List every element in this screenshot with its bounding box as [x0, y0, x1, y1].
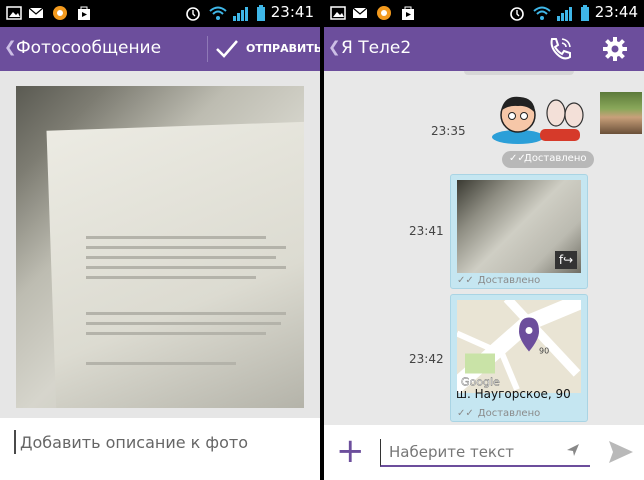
status-clock: 23:41 — [270, 3, 314, 21]
contact-avatar[interactable] — [600, 92, 642, 134]
store-notification-icon — [402, 6, 414, 20]
status-bar: 23:44 — [324, 0, 644, 27]
send-icon[interactable] — [608, 440, 634, 464]
battery-icon — [257, 5, 265, 21]
delivery-status: ✓✓ Доставлено — [457, 275, 540, 286]
app-bar: ❮ Фотосообщение ОТПРАВИТЬ — [0, 27, 320, 71]
send-button[interactable]: ОТПРАВИТЬ — [246, 42, 320, 55]
caption-bar — [0, 418, 320, 480]
map-house-number: 90 — [539, 347, 549, 356]
forward-share-icon[interactable]: f↪ — [555, 251, 577, 269]
status-bar: 23:41 — [0, 0, 320, 27]
page-title: Фотосообщение — [16, 38, 162, 58]
gallery-notification-icon — [6, 6, 22, 20]
message-list[interactable]: 23:35 ✓✓ Доставлено 23:41 f↪ ✓✓ Доставлен… — [324, 71, 644, 425]
delivery-status-label: Доставлено — [477, 275, 541, 286]
app-notification-icon — [377, 6, 391, 20]
back-chevron-icon[interactable]: ❮ — [328, 38, 341, 56]
text-line — [86, 322, 281, 325]
alarm-icon — [510, 7, 524, 21]
wifi-icon — [209, 6, 227, 20]
location-address: ш. Наугорское, 90 — [456, 387, 571, 401]
wifi-icon — [533, 6, 551, 20]
store-notification-icon — [78, 6, 90, 20]
delivery-status-label: Доставлено — [477, 408, 541, 419]
message-time: 23:41 — [409, 224, 444, 238]
double-check-icon: ✓✓ — [457, 408, 474, 419]
app-notification-icon — [53, 6, 67, 20]
back-chevron-icon[interactable]: ❮ — [4, 38, 17, 56]
double-check-icon: ✓✓ — [457, 275, 474, 286]
previous-message-edge — [464, 71, 574, 75]
text-line — [86, 256, 276, 259]
message-time: 23:42 — [409, 352, 444, 366]
delivery-status-label: Доставлено — [524, 153, 587, 164]
location-arrow-icon[interactable] — [566, 443, 580, 457]
text-line — [86, 312, 286, 315]
alarm-icon — [186, 7, 200, 21]
text-line — [86, 276, 256, 279]
delivery-status-badge: ✓✓ Доставлено — [502, 151, 594, 168]
phone-call-icon[interactable] — [546, 35, 574, 63]
text-line — [86, 246, 286, 249]
text-line — [86, 266, 286, 269]
caption-input[interactable] — [14, 430, 304, 454]
sticker[interactable] — [490, 93, 590, 145]
mail-notification-icon — [28, 7, 44, 18]
photo-message-screen: 23:41 ❮ Фотосообщение ОТПРАВИТЬ — [0, 0, 320, 480]
photo-message-bubble[interactable]: f↪ ✓✓ Доставлено — [450, 174, 588, 289]
checkmark-icon[interactable] — [214, 36, 240, 62]
signal-icon — [557, 7, 572, 21]
attach-plus-button[interactable]: + — [336, 434, 365, 468]
message-time: 23:35 — [431, 124, 466, 138]
app-bar: ❮ Я Теле2 — [324, 27, 644, 71]
page-title[interactable]: Я Теле2 — [341, 38, 411, 58]
delivery-status: ✓✓ Доставлено — [457, 408, 540, 419]
status-clock: 23:44 — [594, 3, 638, 21]
gallery-notification-icon — [330, 6, 346, 20]
message-composer: + — [324, 425, 644, 480]
gear-icon[interactable] — [602, 36, 628, 62]
location-message-bubble[interactable]: 90 Google ш. Наугорское, 90 ✓✓ Доставлено — [450, 294, 588, 422]
chat-screen: 23:44 ❮ Я Теле2 23:35 ✓✓ Доставлено 23:4… — [324, 0, 644, 480]
double-check-icon: ✓✓ — [509, 153, 526, 164]
message-input[interactable] — [380, 439, 590, 467]
photo-preview — [16, 86, 304, 408]
photo-thumbnail[interactable]: f↪ — [457, 180, 581, 273]
text-line — [86, 362, 236, 365]
map-thumbnail[interactable]: 90 Google — [457, 300, 581, 393]
text-line — [86, 332, 266, 335]
photo-preview-area — [0, 71, 320, 418]
divider — [207, 36, 208, 62]
battery-icon — [581, 5, 589, 21]
text-line — [86, 236, 266, 239]
signal-icon — [233, 7, 248, 21]
photographed-document — [46, 121, 304, 408]
mail-notification-icon — [352, 7, 368, 18]
